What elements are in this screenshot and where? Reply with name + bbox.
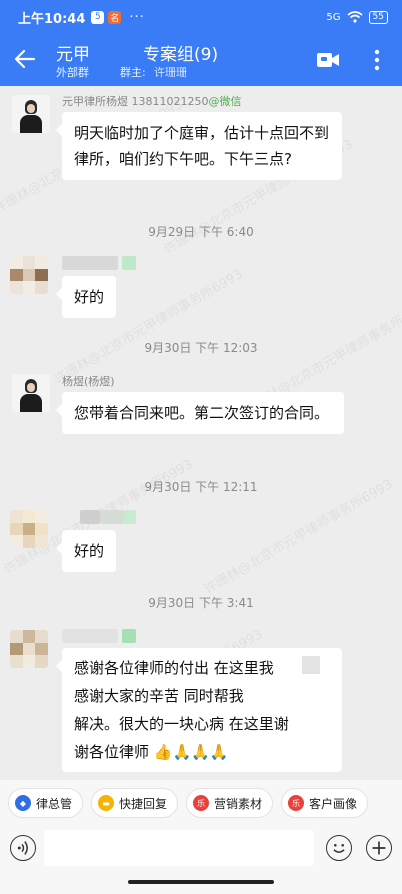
quick-action-profile[interactable]: 乐 客户画像 <box>281 788 369 818</box>
quick-action-label: 营销素材 <box>214 796 263 811</box>
timestamp: 9月29日 下午 6:40 <box>148 225 254 239</box>
avatar[interactable] <box>10 256 48 294</box>
plus-icon[interactable] <box>366 835 392 861</box>
status-time: 上午10:44 <box>18 11 86 27</box>
voice-input-icon[interactable] <box>10 835 36 861</box>
profile-icon: 乐 <box>288 795 305 811</box>
wifi-icon <box>347 11 363 23</box>
video-call-icon[interactable] <box>316 51 340 69</box>
redacted-block <box>302 656 320 674</box>
message-text: 好的 <box>74 542 105 560</box>
group-title: 专案组(9) <box>143 45 219 65</box>
chat-header: 元甲 外部群 专案组(9) 群主: 许珊珊 <box>0 34 402 86</box>
message-bubble[interactable]: 明天临时加了个庭审，估计十点回不到律所，咱们约下午吧。下午三点? <box>56 112 342 180</box>
message-text: 好的 <box>74 288 105 306</box>
sender-name: 元甲律所杨煜 13811021250@微信 <box>62 95 242 108</box>
quick-action-marketing[interactable]: 乐 营销素材 <box>186 788 274 818</box>
message-bubble[interactable]: 您带着合同来吧。第二次签订的合同。 <box>56 392 344 434</box>
timestamp: 9月30日 下午 12:03 <box>144 341 258 355</box>
sender-name-blurred <box>80 510 100 524</box>
status-bar: 上午10:44 5 名 ··· 5G 55 <box>0 0 402 34</box>
emoji-icon[interactable] <box>326 835 352 861</box>
message-input-bar <box>0 826 402 872</box>
app-notification-icon: 名 <box>108 10 122 24</box>
message-text: 您带着合同来吧。第二次签订的合同。 <box>74 404 330 422</box>
notification-icon: 5 <box>91 10 105 24</box>
sender-name-blurred <box>62 629 118 643</box>
timestamp: 9月30日 下午 3:41 <box>148 596 254 610</box>
sender-name-blurred <box>62 256 118 270</box>
message-bubble[interactable]: 感谢各位律师的付出 在这里我 感谢大家的辛苦 同时帮我 解决。很大的一块心病 在… <box>56 648 342 772</box>
message-text-line: 谢各位律师 👍🙏🙏🙏 <box>74 743 229 761</box>
sender-name-blurred <box>100 510 124 524</box>
sender-name: 杨煜(杨煜) <box>62 375 115 388</box>
back-arrow-icon[interactable] <box>14 48 36 70</box>
avatar[interactable] <box>12 374 50 412</box>
quick-action-label: 客户画像 <box>309 796 358 811</box>
signal-icon: 5G <box>326 11 341 23</box>
message-bubble[interactable]: 好的 <box>55 276 117 318</box>
more-notifications-icon: ··· <box>129 9 145 25</box>
message-text: 明天临时加了个庭审，估计十点回不到律所，咱们约下午吧。下午三点? <box>74 124 330 168</box>
message-text-line: 解决。很大的一块心病 在这里谢 <box>74 715 289 733</box>
battery-icon: 55 <box>368 10 388 24</box>
quick-action-label: 快捷回复 <box>119 796 168 811</box>
quick-action-bar: ◆ 律总管 ▬ 快捷回复 乐 营销素材 乐 客户画像 <box>0 780 402 826</box>
system-nav-bar <box>0 872 402 894</box>
avatar[interactable] <box>10 630 48 668</box>
message-text-line: 感谢各位律师的付出 在这里我 <box>74 659 274 677</box>
group-owner-label: 群主: <box>120 66 146 79</box>
avatar[interactable] <box>12 95 50 133</box>
group-owner-value: 许珊珊 <box>154 66 187 79</box>
more-options-icon[interactable] <box>372 48 382 72</box>
chat-message-list[interactable]: 许珊林@北京市元甲律师事务所6993 许珊林@北京市元甲律师事务所6993 许珊… <box>0 86 402 780</box>
wechat-tag: @微信 <box>208 95 242 108</box>
shield-icon: ◆ <box>15 795 31 811</box>
message-text-line: 感谢大家的辛苦 同时帮我 <box>74 687 244 705</box>
avatar[interactable] <box>10 510 48 548</box>
quick-action-label: 律总管 <box>36 796 73 811</box>
quick-reply-icon: ▬ <box>98 795 115 811</box>
quick-action-lawmanager[interactable]: ◆ 律总管 <box>8 788 84 818</box>
message-bubble[interactable]: 好的 <box>55 530 117 572</box>
home-indicator[interactable] <box>128 880 274 884</box>
chat-name: 元甲 <box>56 45 90 65</box>
sender-tag-blurred <box>124 510 136 524</box>
marketing-icon: 乐 <box>193 795 210 811</box>
quick-action-quick-reply[interactable]: ▬ 快捷回复 <box>91 788 179 818</box>
sender-tag-blurred <box>122 256 136 270</box>
message-input[interactable] <box>44 830 314 866</box>
sender-tag-blurred <box>122 629 136 643</box>
timestamp: 9月30日 下午 12:11 <box>144 480 258 494</box>
group-type-label: 外部群 <box>56 66 89 79</box>
